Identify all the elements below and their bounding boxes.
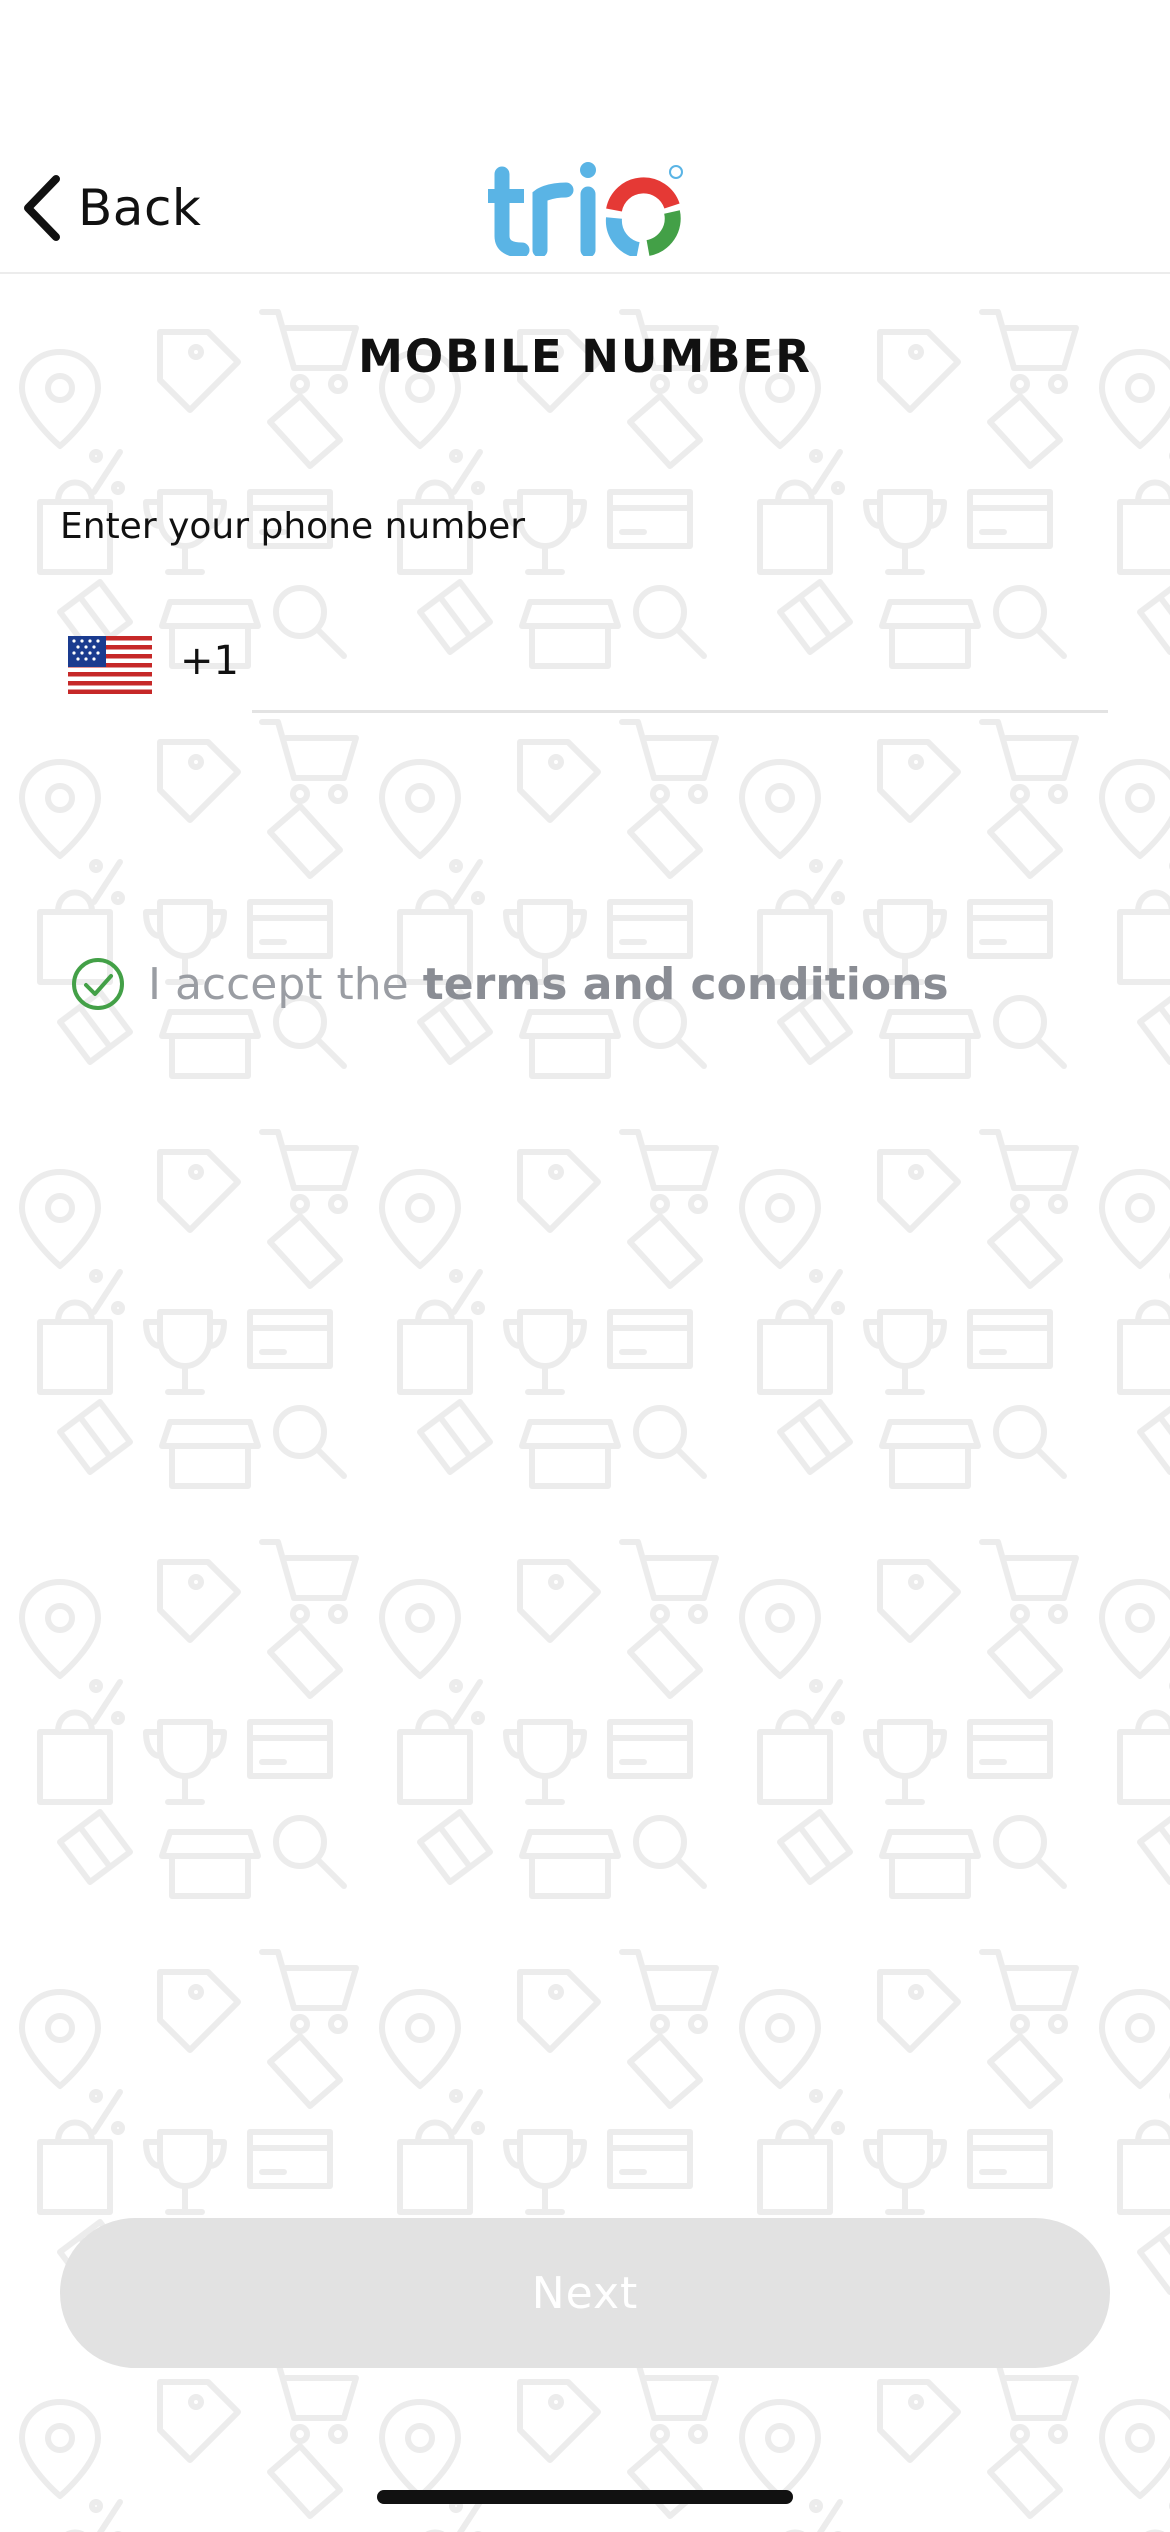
trio-logo xyxy=(488,162,683,256)
terms-prefix: I accept the xyxy=(148,958,409,1010)
phone-number-label: Enter your phone number xyxy=(60,506,526,547)
check-circle-icon[interactable] xyxy=(70,956,126,1012)
country-dial-code[interactable]: +1 xyxy=(180,638,239,684)
top-navigation-bar: Back xyxy=(0,0,1170,274)
background-pattern xyxy=(0,272,1170,2532)
chevron-left-icon xyxy=(24,175,60,241)
us-flag-icon[interactable] xyxy=(68,636,152,694)
back-button[interactable]: Back xyxy=(20,168,201,248)
terms-label: I accept the terms and conditions xyxy=(148,959,949,1010)
page-title: MOBILE NUMBER xyxy=(358,330,812,383)
terms-checkbox-row[interactable]: I accept the terms and conditions xyxy=(70,956,949,1012)
next-button[interactable]: Next xyxy=(60,2218,1110,2368)
terms-and-conditions-link[interactable]: terms and conditions xyxy=(423,959,949,1010)
phone-number-input[interactable] xyxy=(252,626,1108,713)
home-indicator xyxy=(377,2490,793,2504)
back-button-label: Back xyxy=(78,179,202,237)
